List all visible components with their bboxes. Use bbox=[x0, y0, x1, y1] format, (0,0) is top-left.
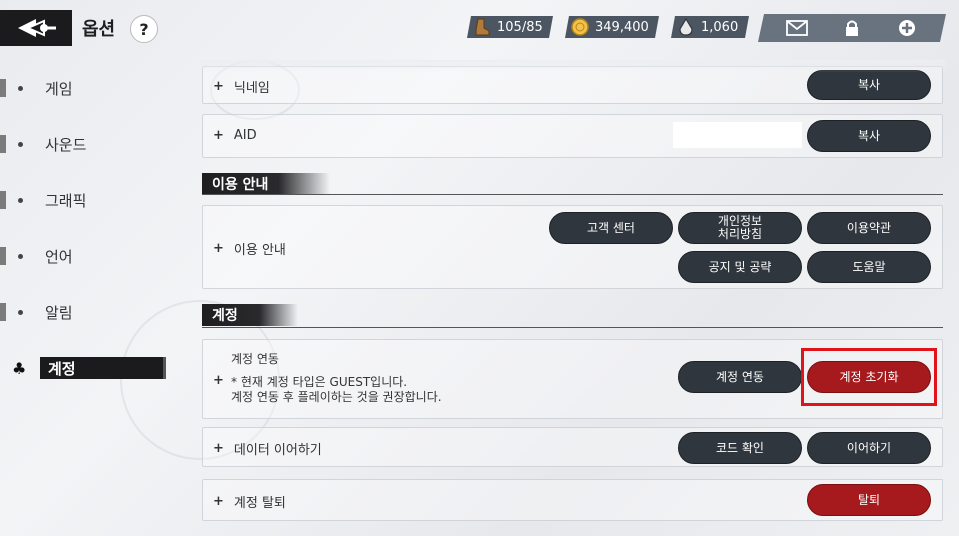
bullet-icon bbox=[18, 253, 23, 259]
sidebar-marker bbox=[0, 247, 6, 265]
section-divider bbox=[202, 327, 943, 328]
gem-value: 1,060 bbox=[701, 19, 739, 35]
bullet-icon bbox=[18, 309, 23, 315]
mail-icon[interactable] bbox=[783, 18, 811, 38]
gem-counter: 1,060 bbox=[671, 16, 749, 38]
note-line-1: * 현재 계정 타입은 GUEST입니다. bbox=[231, 375, 408, 389]
code-check-button[interactable]: 코드 확인 bbox=[678, 432, 802, 464]
sidebar-item-language[interactable]: 언어 bbox=[0, 241, 170, 271]
plus-icon: + bbox=[213, 494, 224, 509]
help-guide-button[interactable]: 도움말 bbox=[807, 251, 931, 283]
add-circle-icon[interactable] bbox=[893, 18, 921, 38]
nickname-label-group: + 닉네임 bbox=[213, 77, 270, 96]
account-section-header: 계정 bbox=[202, 304, 298, 326]
account-type-note: * 현재 계정 타입은 GUEST입니다. 계정 연동 후 플레이하는 것을 권… bbox=[231, 375, 442, 405]
aid-label: AID bbox=[233, 128, 257, 143]
sidebar-item-label: 사운드 bbox=[45, 135, 87, 154]
account-link-title: 계정 연동 bbox=[231, 352, 279, 366]
sidebar-marker bbox=[0, 135, 6, 153]
sidebar-item-label: 게임 bbox=[45, 79, 73, 98]
sidebar-item-account[interactable]: ♣ 계정 bbox=[0, 353, 170, 383]
sidebar-item-label: 알림 bbox=[45, 303, 73, 322]
account-link-button[interactable]: 계정 연동 bbox=[678, 361, 802, 393]
bullet-icon bbox=[18, 141, 23, 147]
sidebar-item-label: 언어 bbox=[45, 247, 73, 266]
boot-icon bbox=[473, 18, 491, 36]
scroll-fade bbox=[200, 60, 945, 72]
withdraw-label-group: + 계정 탈퇴 bbox=[213, 492, 286, 511]
sidebar-item-label: 그래픽 bbox=[45, 191, 87, 210]
page-title: 옵션 bbox=[82, 19, 116, 40]
stamina-counter: 105/85 bbox=[467, 16, 553, 38]
gem-icon bbox=[677, 18, 695, 36]
withdraw-button[interactable]: 탈퇴 bbox=[807, 484, 931, 516]
club-icon: ♣ bbox=[12, 358, 27, 378]
continue-button[interactable]: 이어하기 bbox=[807, 432, 931, 464]
aid-label-group: + AID bbox=[213, 128, 257, 143]
plus-icon: + bbox=[213, 79, 224, 94]
usage-section-header: 이용 안내 bbox=[202, 173, 330, 195]
plus-icon: + bbox=[213, 241, 224, 256]
lock-icon[interactable] bbox=[838, 18, 866, 38]
sidebar-item-game[interactable]: 게임 bbox=[0, 73, 170, 103]
gold-value: 349,400 bbox=[595, 19, 649, 35]
customer-center-button[interactable]: 고객 센터 bbox=[549, 212, 673, 244]
continue-label-group: + 데이터 이어하기 bbox=[213, 439, 322, 458]
back-arrow-icon bbox=[18, 19, 56, 37]
usage-label-group: + 이용 안내 bbox=[213, 239, 286, 258]
plus-icon: + bbox=[213, 441, 224, 456]
gold-counter: 349,400 bbox=[565, 16, 659, 38]
highlight-box bbox=[801, 348, 937, 406]
section-divider bbox=[202, 194, 943, 195]
privacy-policy-button[interactable]: 개인정보 처리방침 bbox=[678, 212, 802, 244]
sidebar-item-notification[interactable]: 알림 bbox=[0, 297, 170, 327]
sidebar-marker bbox=[0, 303, 6, 321]
sidebar-item-graphics[interactable]: 그래픽 bbox=[0, 185, 170, 215]
back-button[interactable] bbox=[0, 10, 72, 46]
bullet-icon bbox=[18, 85, 23, 91]
stamina-value: 105/85 bbox=[497, 19, 543, 35]
note-line-2: 계정 연동 후 플레이하는 것을 권장합니다. bbox=[231, 390, 442, 404]
help-button[interactable]: ? bbox=[130, 15, 158, 43]
terms-button[interactable]: 이용약관 bbox=[807, 212, 931, 244]
aid-value-field bbox=[673, 122, 802, 148]
aid-copy-button[interactable]: 복사 bbox=[807, 120, 931, 152]
nickname-copy-button[interactable]: 복사 bbox=[807, 70, 931, 100]
plus-icon: + bbox=[213, 373, 224, 388]
top-icon-bar bbox=[758, 14, 946, 42]
bullet-icon bbox=[18, 197, 23, 203]
sidebar-marker bbox=[0, 191, 6, 209]
nickname-label: 닉네임 bbox=[233, 81, 270, 96]
notice-guide-button[interactable]: 공지 및 공략 bbox=[678, 251, 802, 283]
plus-icon: + bbox=[213, 128, 224, 143]
top-bar: 옵션 ? 105/85 349,400 1,060 bbox=[0, 0, 959, 50]
usage-label: 이용 안내 bbox=[233, 243, 286, 258]
sidebar-item-sound[interactable]: 사운드 bbox=[0, 129, 170, 159]
continue-label: 데이터 이어하기 bbox=[233, 443, 322, 458]
coin-icon bbox=[571, 18, 589, 36]
sidebar-item-label: 계정 bbox=[40, 357, 166, 379]
withdraw-label: 계정 탈퇴 bbox=[233, 496, 286, 511]
sidebar-marker bbox=[0, 79, 6, 97]
